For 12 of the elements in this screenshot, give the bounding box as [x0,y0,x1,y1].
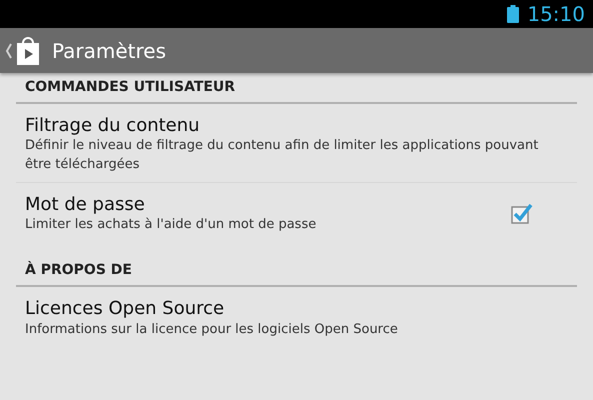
clock-time: 15:10 [527,4,585,24]
section-header: COMMANDES UTILISATEUR [24,78,236,97]
setting-summary: Limiter les achats à l'aide d'un mot de passe [25,216,318,234]
setting-title: Filtrage du contenu [25,114,201,138]
battery-icon [507,5,520,23]
setting-title: Mot de passe [25,192,146,216]
setting-summary: Informations sur la licence pour les logiciels Open Source [25,320,399,339]
setting-summary: Définir le niveau de filtrage du contenu afin de limiter les applications pouvant être téléchargées [25,137,540,174]
screen-title: Paramètres [52,38,166,64]
section-header: À PROPOS DE [24,260,133,280]
checkbox[interactable] [511,202,533,225]
setting-title: Licences Open Source [25,297,226,321]
